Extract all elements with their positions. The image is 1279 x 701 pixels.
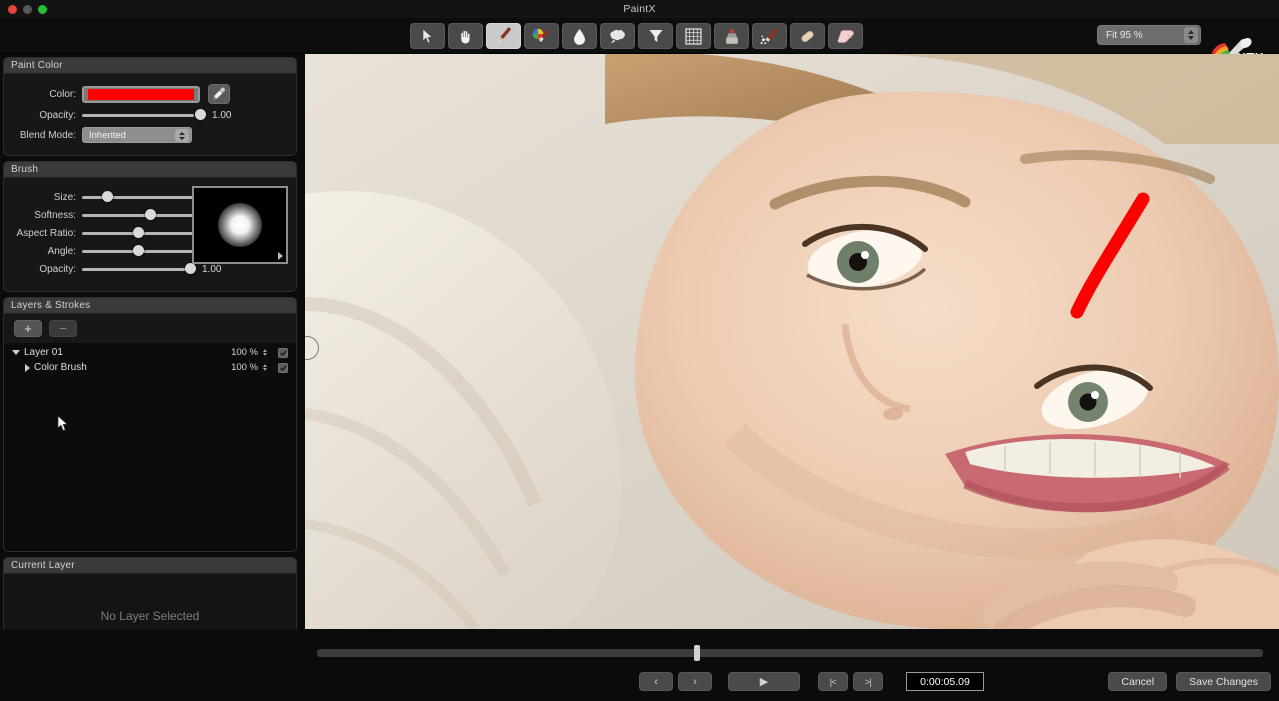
blend-mode-label: Blend Mode: [19,129,76,141]
blend-mode-value: Inherited [89,129,126,141]
brush-size-label: Size: [53,191,76,203]
color-row: Color: [4,82,296,106]
tool-palette [410,23,863,49]
zoom-level-value: Fit 95 % [1106,29,1143,41]
disclosure-triangle-icon[interactable] [25,363,30,372]
table-row[interactable]: Color Brush 100 % [4,360,296,375]
smudge-tool[interactable] [600,23,635,49]
pan-hand-tool[interactable] [448,23,483,49]
image-canvas[interactable] [305,54,1279,629]
brush-softness-label: Softness: [34,209,76,221]
bottom-bar: ‹ › ▶ |< >| 0:00:05.09 Cancel Save Chang… [0,629,1279,701]
patch-tool[interactable] [790,23,825,49]
stroke-visibility-checkbox[interactable] [278,362,288,373]
paint-color-panel-title: Paint Color [4,58,296,74]
dialog-actions: Cancel Save Changes [1108,672,1271,691]
color-label: Color: [49,88,76,100]
paint-color-panel: Paint Color Color: Opacity: 1.00 Blend M… [3,57,297,156]
brush-panel-title: Brush [4,162,296,178]
layer-name: Layer 01 [24,347,63,358]
layer-buttons: + − [4,314,296,343]
previous-frame-button[interactable]: ‹ [639,672,673,691]
blend-mode-row: Blend Mode: Inherited [4,124,296,146]
brush-opacity-label: Opacity: [39,263,76,275]
go-to-start-button[interactable]: |< [818,672,848,691]
timeline-scrubber[interactable] [317,645,1263,661]
brush-angle-slider[interactable] [82,244,194,258]
save-changes-button[interactable]: Save Changes [1176,672,1271,691]
eraser-tool[interactable] [828,23,863,49]
window-titlebar: PaintX [0,0,1279,18]
stroke-name: Color Brush [34,362,87,373]
layers-strokes-panel: Layers & Strokes + − Layer 01 100 % Colo… [3,297,297,552]
brush-angle-label: Angle: [47,245,76,257]
blur-tool[interactable] [562,23,597,49]
brush-aspect-label: Aspect Ratio: [16,227,76,239]
cancel-button[interactable]: Cancel [1108,672,1168,691]
layers-panel-title: Layers & Strokes [4,298,296,314]
brush-panel-body: Size: 9.6 Softness: 61% Aspect Ratio: 1.… [4,178,296,291]
blend-mode-select[interactable]: Inherited [82,127,192,143]
layer-list[interactable]: Layer 01 100 % Color Brush 100 % [4,343,296,551]
paint-opacity-value: 1.00 [212,109,232,121]
brush-tip-preview[interactable] [192,186,288,264]
brush-tip-blob [218,203,262,247]
next-frame-button[interactable]: › [678,672,712,691]
brush-panel: Brush Size: 9.6 Softness: 61% Aspect Rat… [3,161,297,292]
left-sidebar: Paint Color Color: Opacity: 1.00 Blend M… [0,54,300,701]
brush-softness-slider[interactable] [82,208,194,222]
stroke-opacity: 100 % [231,362,258,373]
select-arrow-tool[interactable] [410,23,445,49]
blend-mode-stepper[interactable] [175,129,189,142]
zoom-control: Fit 95 % [1097,25,1201,45]
color-brush-tool[interactable] [524,23,559,49]
layer-opacity-stepper[interactable] [261,347,268,358]
add-layer-button[interactable]: + [14,320,42,337]
paint-color-panel-body: Color: Opacity: 1.00 Blend Mode: Inherit… [4,74,296,155]
layer-opacity: 100 % [231,347,258,358]
brush-opacity-value: 1.00 [202,263,222,275]
eyedropper-button[interactable] [208,84,230,104]
timecode-field[interactable]: 0:00:05.09 [906,672,984,691]
brush-aspect-slider[interactable] [82,226,194,240]
photo-image [305,54,1279,629]
pattern-tool[interactable] [676,23,711,49]
brush-preview-expand-icon[interactable] [278,252,283,260]
paint-brush-tool[interactable] [486,23,521,49]
play-button[interactable]: ▶ [728,672,800,691]
paintx-window: PaintX Fit 95 % Paint Color Color: Opaci… [0,0,1279,701]
zoom-level-field[interactable]: Fit 95 % [1097,25,1201,45]
transport-controls: ‹ › ▶ |< >| 0:00:05.09 [639,672,984,691]
paint-opacity-label: Opacity: [39,109,76,121]
scrubber-handle[interactable] [694,645,700,661]
detail-brush-tool[interactable] [752,23,787,49]
table-row[interactable]: Layer 01 100 % [4,345,296,360]
zoom-stepper[interactable] [1184,27,1198,43]
remove-layer-button[interactable]: − [49,320,77,337]
clone-stamp-tool[interactable] [714,23,749,49]
paint-opacity-slider[interactable] [82,108,206,122]
color-swatch[interactable] [82,85,200,103]
disclosure-triangle-icon[interactable] [12,350,20,355]
stroke-opacity-stepper[interactable] [261,362,268,373]
main-toolbar: Fit 95 % PAINTX [0,18,1279,66]
layers-panel-body: + − Layer 01 100 % Color Brush 100 % [4,314,296,551]
mouse-cursor-icon [57,415,69,432]
current-layer-panel-title: Current Layer [4,558,296,574]
sharpen-tool[interactable] [638,23,673,49]
eyedropper-icon [213,87,225,100]
brush-size-slider[interactable] [82,190,194,204]
brush-opacity-slider[interactable] [82,262,196,276]
paint-opacity-row: Opacity: 1.00 [4,106,296,124]
go-to-end-button[interactable]: >| [853,672,883,691]
layer-visibility-checkbox[interactable] [278,347,288,358]
window-title: PaintX [623,3,656,15]
